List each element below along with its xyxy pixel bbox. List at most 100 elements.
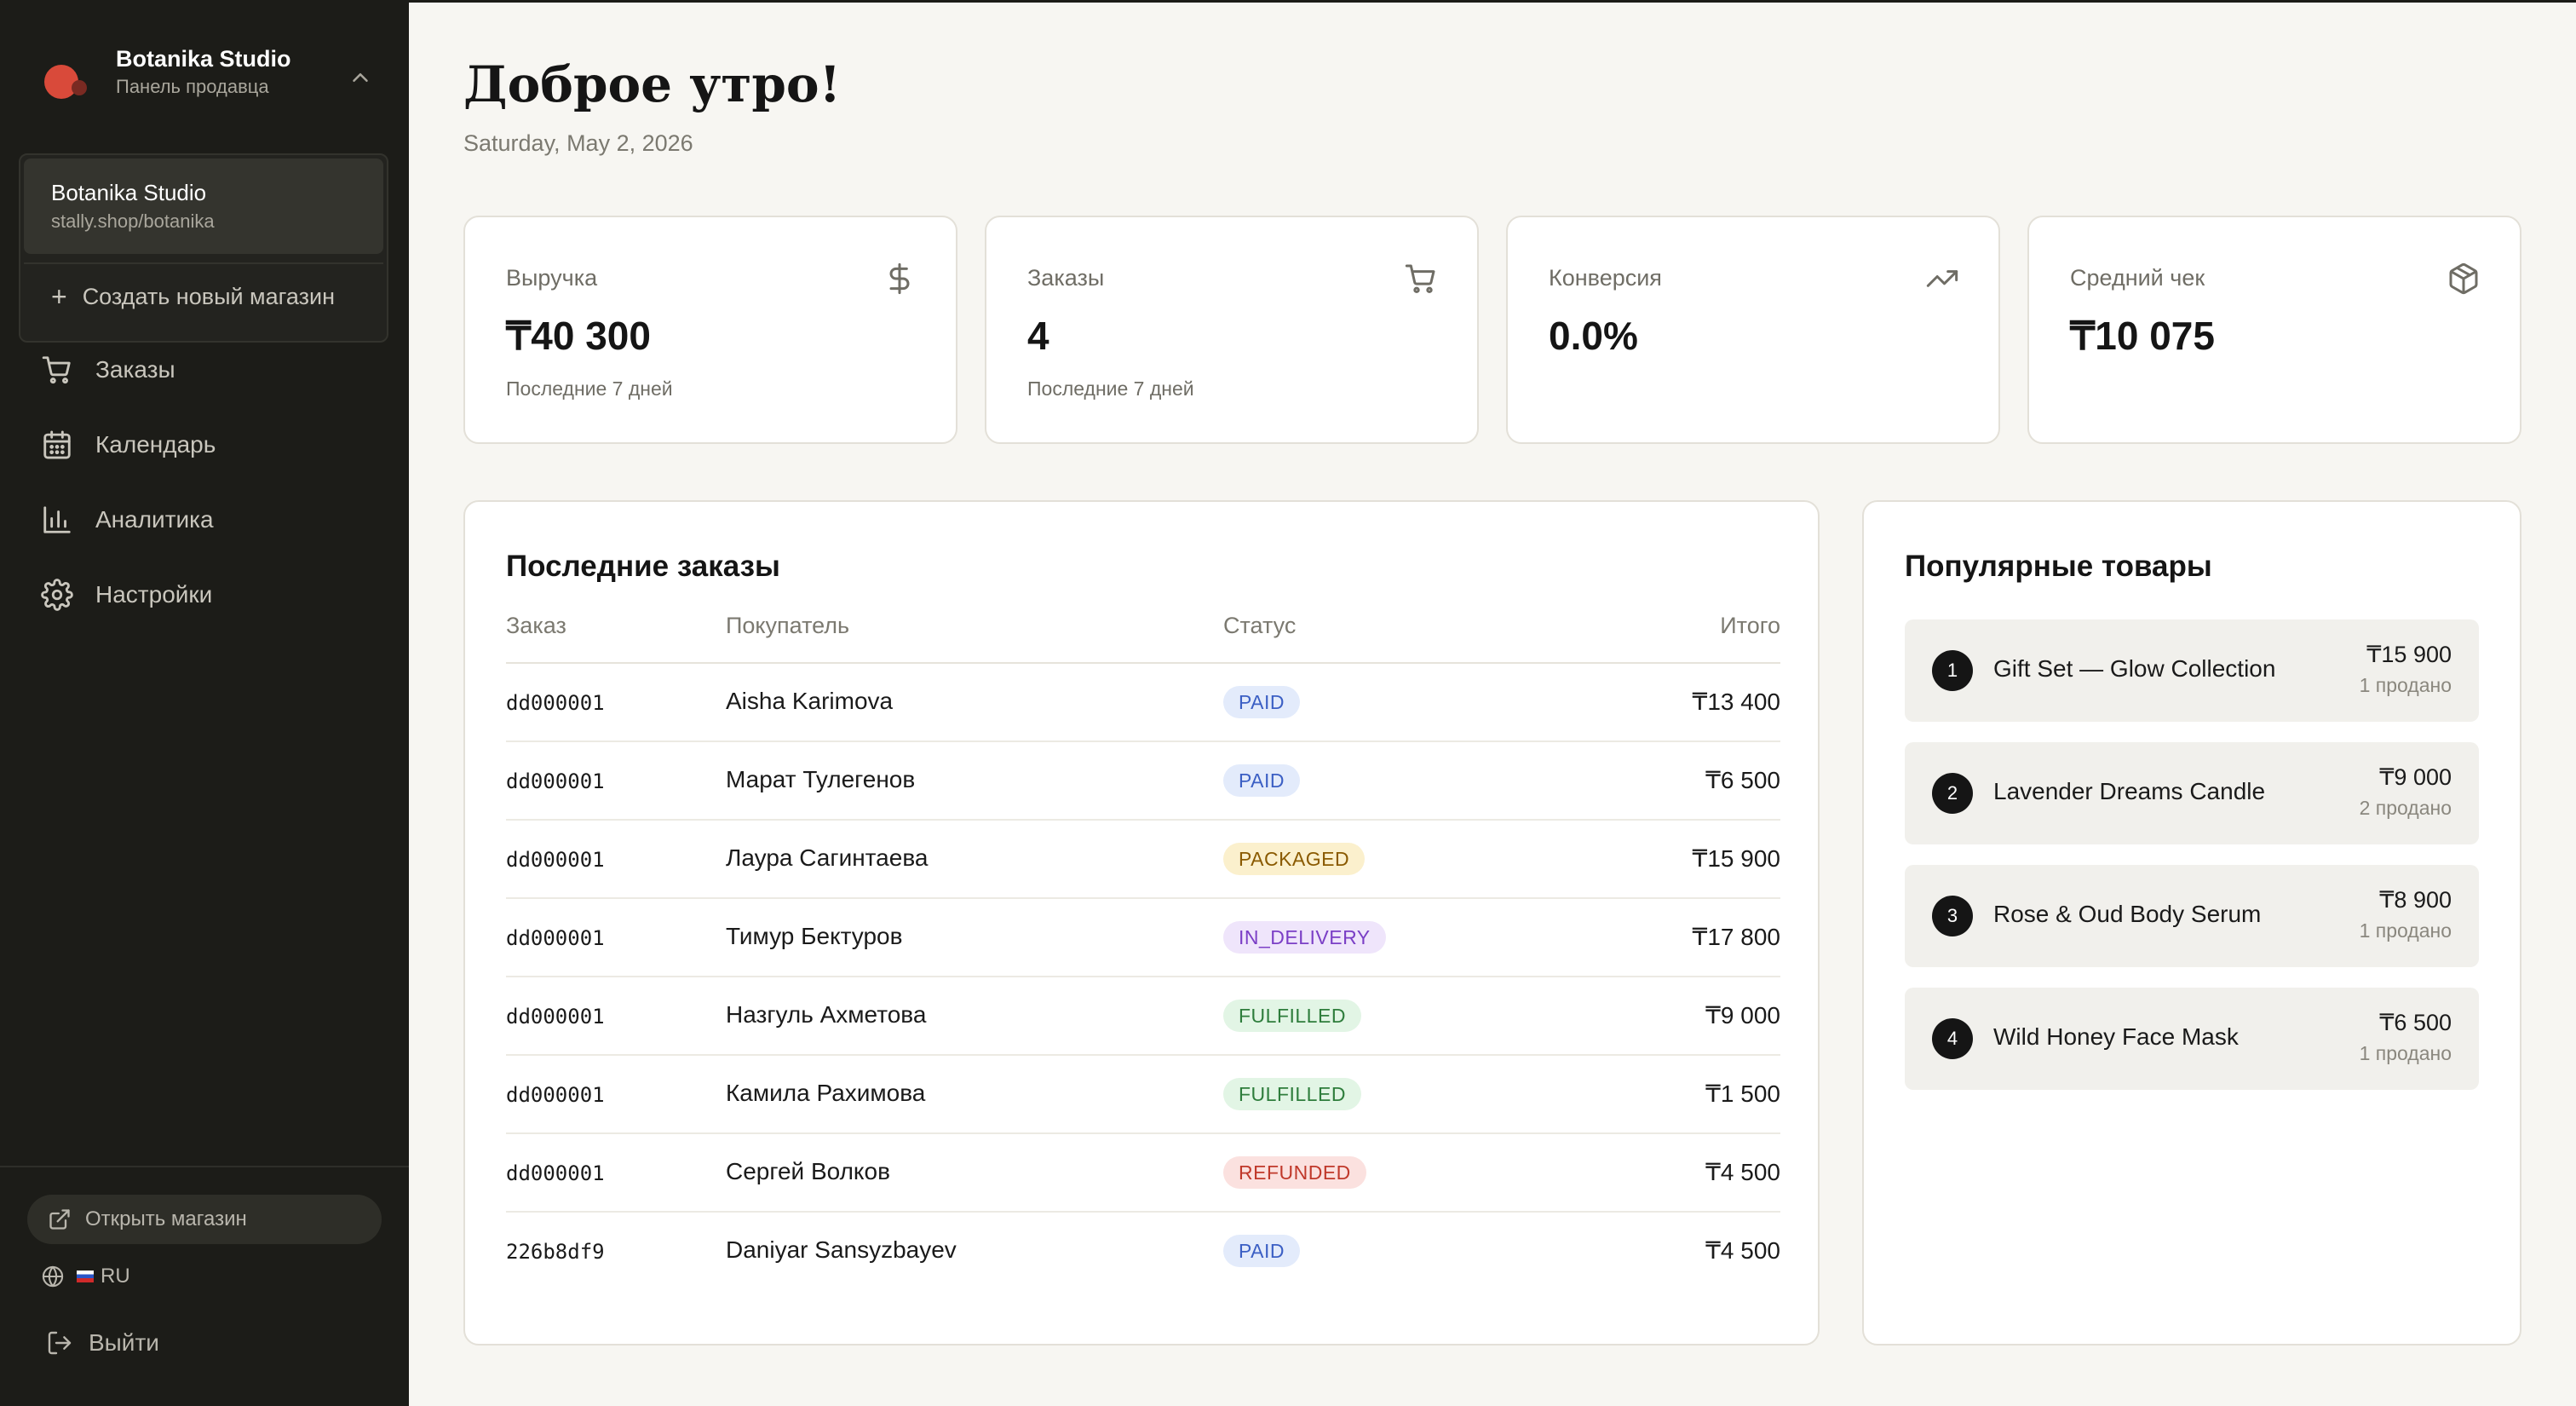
sidebar-item-calendar[interactable]: Календарь (0, 407, 409, 482)
stat-card-orders: Заказы 4 Последние 7 дней (985, 216, 1479, 444)
customer-name: Тимур Бектуров (726, 923, 903, 949)
table-row[interactable]: dd000001 Сергей Волков REFUNDED ₸4 500 (506, 1134, 1780, 1213)
sidebar-item-label: Календарь (95, 431, 216, 458)
trending-up-icon (1926, 270, 1958, 287)
order-id: 226b8df9 (506, 1240, 605, 1264)
product-price: ₸6 500 (2379, 1010, 2452, 1035)
customer-name: Daniyar Sansyzbayev (726, 1236, 957, 1263)
bar-chart-icon (43, 506, 71, 533)
divider (0, 1166, 409, 1167)
main-content: Доброе утро! Saturday, May 2, 2026 Выруч… (409, 0, 2576, 1406)
status-badge: FULFILLED (1223, 1078, 1361, 1110)
order-total: ₸6 500 (1705, 767, 1780, 793)
brand-name: Botanika Studio (116, 46, 291, 72)
sidebar-item-settings[interactable]: Настройки (0, 557, 409, 632)
product-name: Wild Honey Face Mask (1993, 1023, 2239, 1050)
order-id: dd000001 (506, 926, 605, 950)
customer-name: Лаура Сагинтаева (726, 844, 929, 871)
cart-icon (1405, 264, 1435, 294)
product-price: ₸15 900 (2366, 642, 2452, 667)
list-item[interactable]: 1 Gift Set — Glow Collection ₸15 900 1 п… (1905, 619, 2479, 722)
dollar-icon (889, 262, 910, 295)
russia-flag-icon (77, 1271, 94, 1282)
status-badge: IN_DELIVERY (1223, 921, 1386, 954)
recent-orders-title: Последние заказы (506, 550, 780, 583)
order-id: dd000001 (506, 1161, 605, 1185)
open-store-button[interactable]: Открыть магазин (27, 1195, 382, 1244)
status-badge: REFUNDED (1223, 1156, 1366, 1189)
table-row[interactable]: dd000001 Лаура Сагинтаева PACKAGED ₸15 9… (506, 821, 1780, 899)
stat-card-revenue: Выручка ₸40 300 Последние 7 дней (463, 216, 957, 444)
order-id: dd000001 (506, 691, 605, 715)
status-badge: PAID (1223, 1235, 1300, 1267)
store-option-current[interactable]: Botanika Studio stally.shop/botanika (24, 158, 383, 254)
language-label: RU (101, 1265, 130, 1288)
calendar-icon (43, 430, 71, 459)
product-name: Gift Set — Glow Collection (1993, 655, 2276, 682)
product-sold-count: 1 продано (2359, 919, 2452, 942)
table-row[interactable]: dd000001 Тимур Бектуров IN_DELIVERY ₸17 … (506, 899, 1780, 977)
status-badge: PAID (1223, 686, 1300, 718)
order-id: dd000001 (506, 1005, 605, 1029)
sidebar-item-label: Аналитика (95, 506, 214, 533)
stat-value: ₸10 075 (2070, 314, 2215, 358)
open-store-label: Открыть магазин (85, 1207, 247, 1230)
chevron-up-icon[interactable] (348, 65, 373, 90)
table-row[interactable]: 226b8df9 Daniyar Sansyzbayev PAID ₸4 500 (506, 1213, 1780, 1291)
list-item[interactable]: 2 Lavender Dreams Candle ₸9 000 2 продан… (1905, 742, 2479, 844)
sidebar: Botanika Studio Панель продавца Заказы К… (0, 0, 409, 1406)
stat-label: Средний чек (2070, 265, 2205, 291)
customer-name: Aisha Karimova (726, 688, 894, 714)
rank-badge: 2 (1932, 773, 1973, 814)
language-switcher[interactable]: RU (41, 1265, 130, 1288)
stat-label: Заказы (1027, 265, 1105, 291)
cart-icon (42, 356, 71, 384)
product-price: ₸9 000 (2379, 764, 2452, 790)
product-price: ₸8 900 (2379, 887, 2452, 913)
stat-label: Конверсия (1549, 265, 1662, 291)
list-item[interactable]: 4 Wild Honey Face Mask ₸6 500 1 продано (1905, 988, 2479, 1090)
create-store-button[interactable]: + Создать новый магазин (51, 283, 335, 310)
store-option-url: stally.shop/botanika (51, 210, 215, 232)
logout-button[interactable]: Выйти (46, 1329, 159, 1357)
sidebar-item-label: Заказы (95, 356, 175, 383)
page-title: Доброе утро! (463, 55, 842, 113)
create-store-label: Создать новый магазин (82, 283, 335, 309)
brand-logo (43, 53, 90, 99)
order-total: ₸17 800 (1692, 924, 1780, 950)
order-total: ₸4 500 (1705, 1237, 1780, 1264)
column-header-customer: Покупатель (726, 613, 850, 638)
order-total: ₸4 500 (1705, 1159, 1780, 1185)
product-name: Rose & Oud Body Serum (1993, 901, 2262, 927)
table-row[interactable]: dd000001 Назгуль Ахметова FULFILLED ₸9 0… (506, 977, 1780, 1056)
gear-icon (41, 579, 73, 611)
order-id: dd000001 (506, 1083, 605, 1107)
list-item[interactable]: 3 Rose & Oud Body Serum ₸8 900 1 продано (1905, 865, 2479, 967)
table-row[interactable]: dd000001 Марат Тулегенов PAID ₸6 500 (506, 742, 1780, 821)
popular-products-panel: Популярные товары 1 Gift Set — Glow Coll… (1862, 500, 2521, 1345)
customer-name: Марат Тулегенов (726, 766, 916, 792)
rank-badge: 4 (1932, 1018, 1973, 1059)
rank-badge: 1 (1932, 650, 1973, 691)
rank-badge: 3 (1932, 896, 1973, 936)
table-row[interactable]: dd000001 Камила Рахимова FULFILLED ₸1 50… (506, 1056, 1780, 1134)
order-id: dd000001 (506, 769, 605, 793)
divider (24, 262, 383, 264)
sidebar-item-orders[interactable]: Заказы (0, 332, 409, 407)
status-badge: PAID (1223, 764, 1300, 797)
product-sold-count: 2 продано (2359, 797, 2452, 819)
product-sold-count: 1 продано (2359, 1042, 2452, 1064)
stat-value: 4 (1027, 314, 1049, 358)
stat-period: Последние 7 дней (506, 377, 673, 400)
status-badge: PACKAGED (1223, 843, 1366, 875)
product-name: Lavender Dreams Candle (1993, 778, 2266, 804)
table-row[interactable]: dd000001 Aisha Karimova PAID ₸13 400 (506, 664, 1780, 742)
store-switcher-toggle[interactable]: Botanika Studio Панель продавца (43, 44, 291, 101)
brand-subtitle: Панель продавца (116, 76, 269, 97)
external-link-icon (49, 1209, 70, 1230)
box-icon (2449, 262, 2478, 295)
column-header-total: Итого (1720, 613, 1780, 638)
sidebar-item-analytics[interactable]: Аналитика (0, 482, 409, 557)
status-badge: FULFILLED (1223, 1000, 1361, 1032)
product-sold-count: 1 продано (2359, 674, 2452, 696)
